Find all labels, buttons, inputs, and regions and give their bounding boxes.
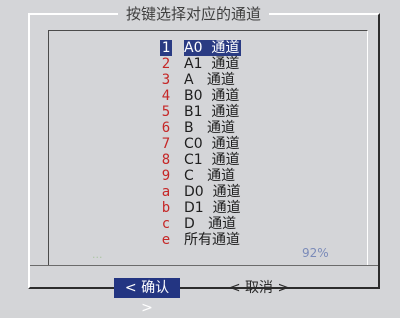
menu-item-4[interactable]: 4 B0 通道	[160, 88, 280, 104]
menu-item-1[interactable]: 1 A0 通道	[160, 40, 280, 56]
cancel-button[interactable]: < 取消 >	[220, 278, 298, 298]
menu-key: c	[161, 216, 171, 232]
menu-label: B1 通道	[184, 104, 240, 120]
dialog-title: 按键选择对应的通道	[118, 5, 270, 23]
menu-item-9[interactable]: 9 C 通道	[160, 168, 280, 184]
menu-key: 9	[161, 168, 171, 184]
menu-label: A 通道	[184, 72, 235, 88]
terminal-screen: 按键选择对应的通道 1 A0 通道 2 A1 通道 3 A 通道 4 B0 通道…	[0, 0, 400, 316]
menu-item-e[interactable]: e 所有通道	[160, 232, 280, 248]
menu-key: a	[161, 184, 171, 200]
menu-item-7[interactable]: 7 C0 通道	[160, 136, 280, 152]
menu-label: C1 通道	[184, 152, 240, 168]
menu-item-b[interactable]: b D1 通道	[160, 200, 280, 216]
menu-key: 7	[161, 136, 171, 152]
menu-key: 5	[161, 104, 171, 120]
menu-label: C 通道	[184, 168, 236, 184]
menu-item-2[interactable]: 2 A1 通道	[160, 56, 280, 72]
menu-key: 3	[161, 72, 171, 88]
menu-label: D0 通道	[184, 184, 241, 200]
menu-key: e	[161, 232, 171, 248]
menu-item-3[interactable]: 3 A 通道	[160, 72, 280, 88]
channel-list: 1 A0 通道 2 A1 通道 3 A 通道 4 B0 通道 5 B1 通道 6…	[160, 40, 280, 248]
status-left-text: ...	[92, 248, 103, 261]
menu-label: D 通道	[184, 216, 237, 232]
menu-key: 2	[161, 56, 171, 72]
menu-key: 4	[161, 88, 171, 104]
menu-key: b	[161, 200, 171, 216]
menu-key: 6	[161, 120, 171, 136]
menu-item-6[interactable]: 6 B 通道	[160, 120, 280, 136]
menu-label: 所有通道	[184, 232, 240, 248]
menu-label: B0 通道	[184, 88, 240, 104]
progress-indicator: 92%	[302, 246, 329, 260]
button-divider	[30, 265, 378, 266]
menu-item-c[interactable]: c D 通道	[160, 216, 280, 232]
menu-key: 1	[160, 40, 172, 56]
menu-label: A0 通道	[184, 40, 242, 56]
menu-item-a[interactable]: a D0 通道	[160, 184, 280, 200]
menu-key: 8	[161, 152, 171, 168]
menu-label: C0 通道	[184, 136, 240, 152]
menu-label: B 通道	[184, 120, 235, 136]
confirm-button[interactable]: < 确认 >	[114, 278, 180, 316]
menu-label: A1 通道	[184, 56, 240, 72]
menu-label: D1 通道	[184, 200, 241, 216]
menu-item-8[interactable]: 8 C1 通道	[160, 152, 280, 168]
menu-item-5[interactable]: 5 B1 通道	[160, 104, 280, 120]
